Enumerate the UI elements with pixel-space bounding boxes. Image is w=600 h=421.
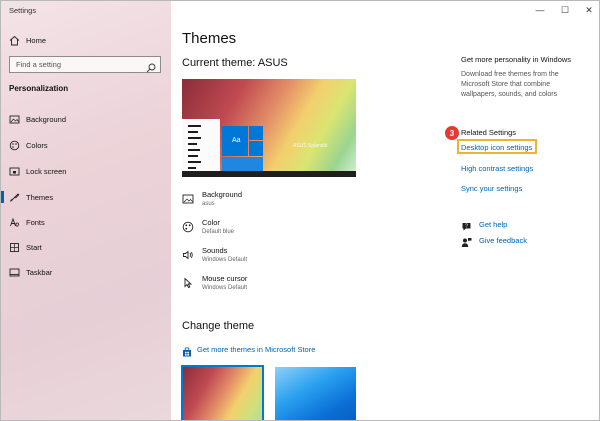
settings-window: Settings Home Find a setting Personaliza… (0, 0, 600, 421)
setting-title: Sounds (202, 246, 228, 255)
change-theme-heading: Change theme (182, 320, 255, 332)
sounds-setting[interactable]: Sounds Windows Default (182, 246, 362, 268)
page-title: Themes (182, 30, 237, 47)
theme-thumbnail-windows[interactable] (275, 367, 356, 420)
preview-tile (249, 141, 263, 156)
give-feedback-label: Give feedback (479, 235, 527, 245)
preview-taskbar (182, 171, 356, 177)
help-chat-icon: ? (461, 219, 472, 230)
related-settings-heading: Related Settings (461, 128, 517, 137)
sidebar-item-label: Taskbar (26, 267, 53, 277)
sidebar-item-start[interactable]: Start (1, 237, 171, 257)
speaker-icon (182, 248, 194, 260)
store-link[interactable]: Get more themes in Microsoft Store (182, 343, 316, 357)
brush-icon (9, 192, 20, 203)
palette-icon (182, 220, 194, 233)
theme-thumbnail-asus[interactable] (181, 365, 264, 420)
theme-preview: Aa ASUS Splendid (182, 79, 356, 177)
store-icon (182, 344, 192, 357)
image-icon (9, 114, 20, 125)
sidebar-item-label: Start (26, 242, 42, 252)
image-icon (182, 192, 194, 204)
sidebar-item-label: Home (26, 35, 47, 45)
setting-value: Default blue (202, 229, 235, 235)
palette-icon (9, 140, 20, 151)
sidebar-item-themes[interactable]: Themes (1, 187, 171, 207)
color-setting[interactable]: Color Default blue (182, 218, 362, 240)
setting-title: Background (202, 190, 243, 199)
setting-title: Color (202, 218, 220, 227)
give-feedback-link[interactable]: Give feedback (461, 234, 527, 247)
sidebar-item-label: Lock screen (26, 166, 67, 176)
setting-value: asus (202, 201, 215, 207)
sidebar-item-label: Background (26, 114, 67, 124)
setting-title: Mouse cursor (202, 274, 248, 283)
sidebar-item-background[interactable]: Background (1, 109, 171, 129)
step-badge: 3 (445, 126, 459, 140)
sync-settings-link[interactable]: Sync your settings (461, 184, 522, 193)
high-contrast-settings-link[interactable]: High contrast settings (461, 164, 533, 173)
personality-description: Download free themes from the Microsoft … (461, 71, 559, 98)
close-button[interactable]: ✕ (582, 4, 596, 16)
cursor-icon (182, 276, 194, 289)
search-input[interactable]: Find a setting (9, 56, 161, 73)
sidebar-item-label: Themes (26, 192, 54, 202)
sidebar-item-label: Colors (26, 140, 48, 150)
maximize-button[interactable]: ☐ (558, 4, 572, 16)
desktop-icon-settings-link[interactable]: Desktop icon settings (461, 143, 532, 152)
sidebar-item-label: Fonts (26, 217, 45, 227)
sidebar-item-lock-screen[interactable]: Lock screen (1, 161, 171, 181)
sidebar-item-colors[interactable]: Colors (1, 135, 171, 155)
section-heading: Personalization (9, 84, 69, 93)
get-help-label: Get help (479, 219, 508, 229)
preview-sample-text: Aa (232, 137, 241, 144)
get-help-link[interactable]: ? Get help (461, 218, 507, 230)
preview-window (182, 119, 220, 177)
start-icon (9, 242, 20, 253)
taskbar-icon (9, 267, 20, 278)
preview-tile (222, 157, 263, 171)
sidebar-item-taskbar[interactable]: Taskbar (1, 262, 171, 282)
home-icon (9, 35, 20, 46)
current-theme-heading: Current theme: ASUS (182, 57, 288, 69)
setting-value: Windows Default (202, 285, 248, 291)
minimize-button[interactable]: — (533, 4, 547, 16)
personality-title: Get more personality in Windows (461, 55, 572, 64)
preview-tile (249, 126, 263, 140)
svg-text:?: ? (465, 223, 468, 229)
font-icon (9, 217, 20, 228)
sidebar-item-home[interactable]: Home (1, 30, 171, 50)
setting-value: Windows Default (202, 257, 248, 263)
lock-screen-icon (9, 166, 20, 177)
search-icon (146, 60, 156, 73)
sidebar: Settings Home Find a setting Personaliza… (1, 1, 171, 420)
search-placeholder: Find a setting (16, 60, 62, 69)
feedback-person-icon (461, 235, 472, 247)
sidebar-item-fonts[interactable]: Fonts (1, 212, 171, 232)
preview-caption: ASUS Splendid (293, 143, 328, 149)
background-setting[interactable]: Background asus (182, 190, 362, 212)
window-title: Settings (9, 6, 37, 15)
store-link-label: Get more themes in Microsoft Store (197, 344, 316, 354)
mouse-cursor-setting[interactable]: Mouse cursor Windows Default (182, 274, 362, 296)
